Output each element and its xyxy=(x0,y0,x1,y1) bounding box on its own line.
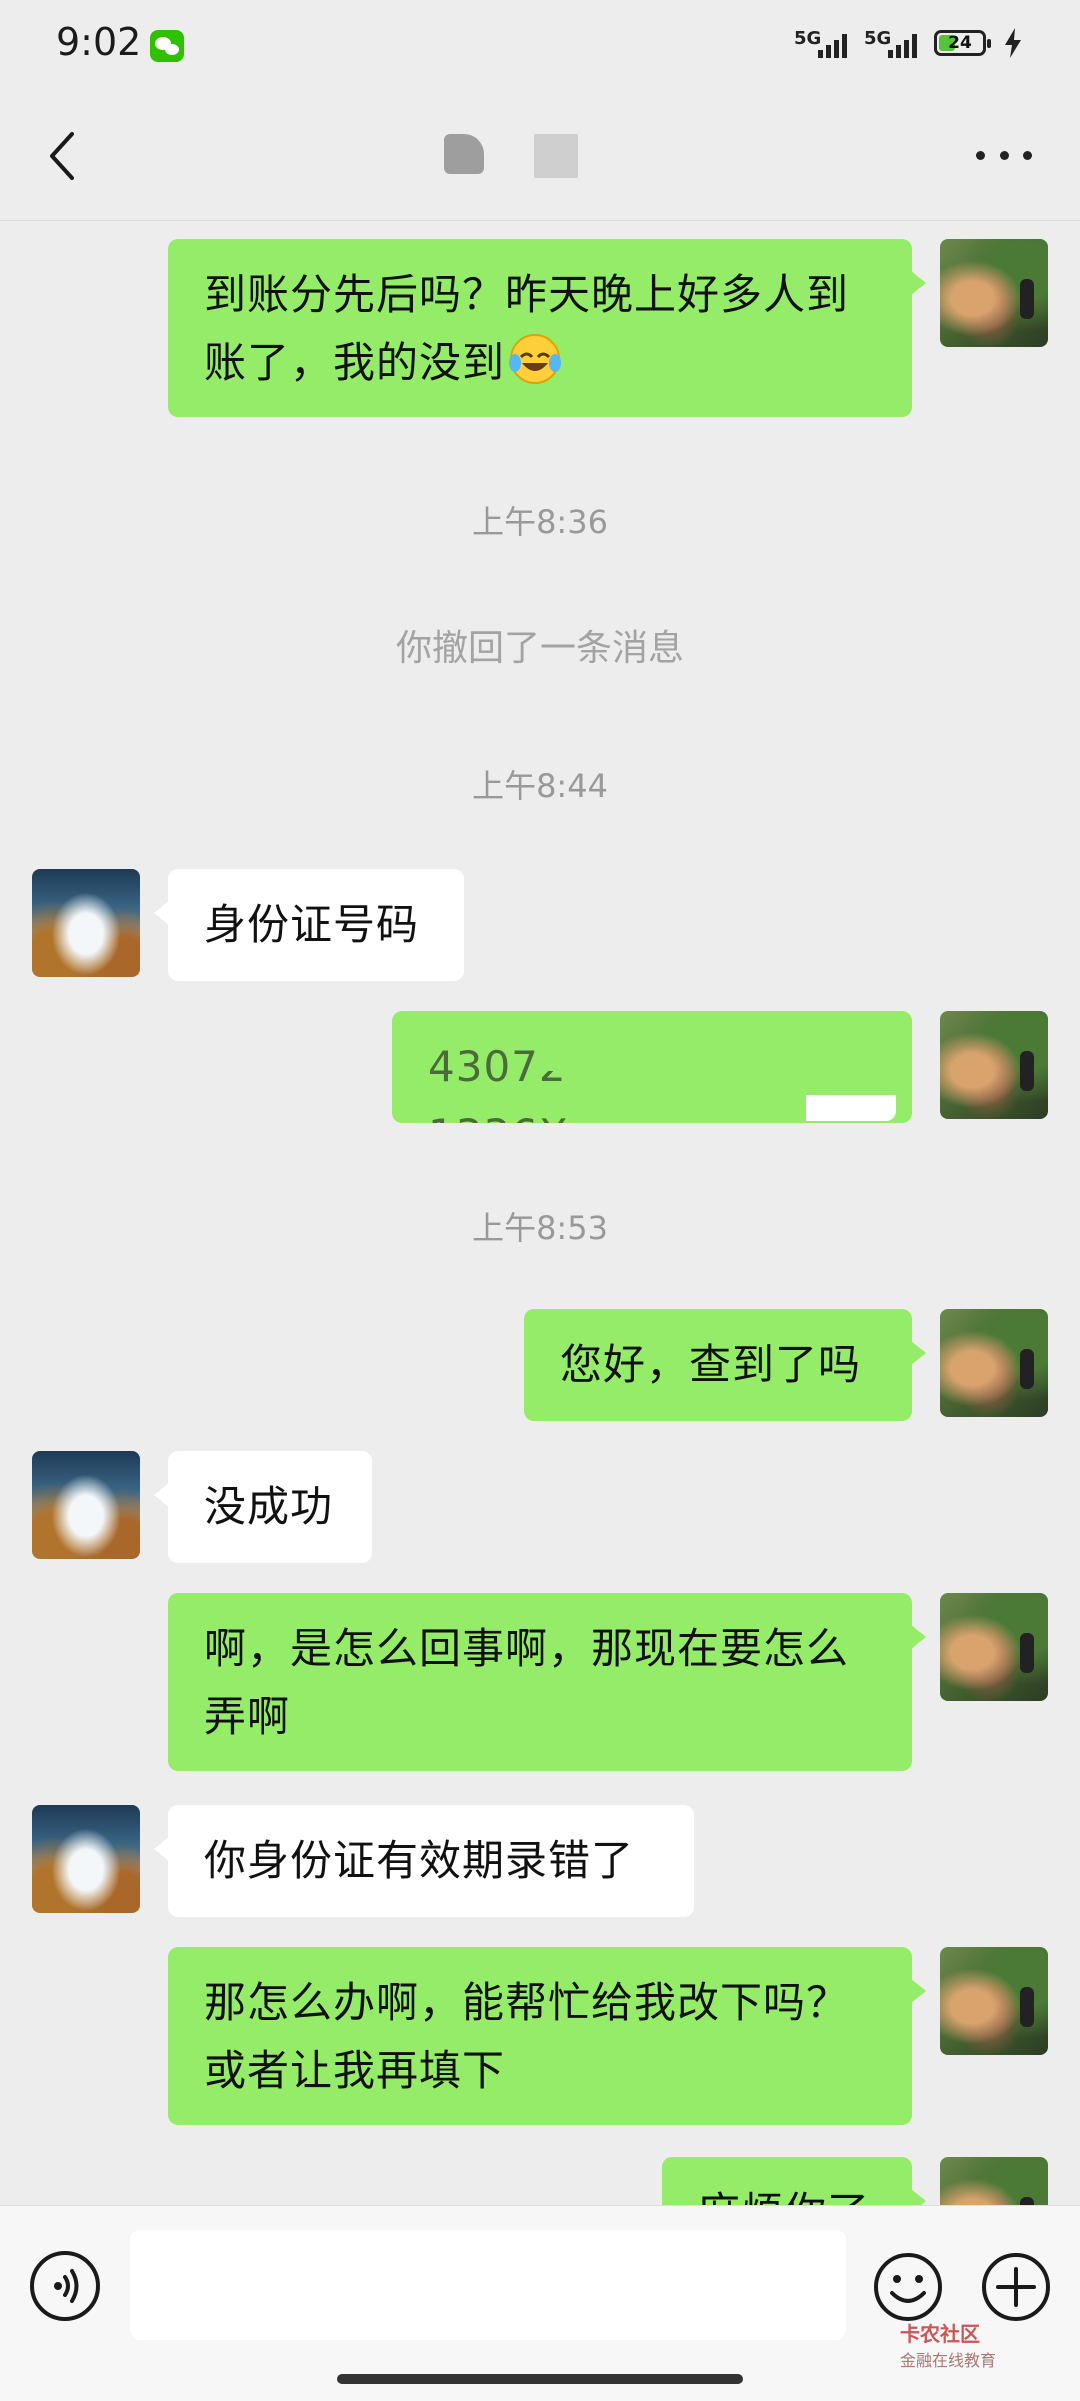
watermark-subtitle: 金融在线教育 xyxy=(900,2351,997,2370)
message-bubble-outgoing[interactable]: 到账分先后吗？昨天晚上好多人到账了，我的没到 xyxy=(168,239,926,417)
redaction-mask xyxy=(542,1027,770,1071)
charging-icon xyxy=(1005,28,1021,58)
message-bubble-outgoing[interactable]: 啊，是怎么回事啊，那现在要怎么弄啊 xyxy=(168,1593,926,1771)
id-end: 1336X xyxy=(428,1110,569,1123)
more-icon[interactable] xyxy=(976,146,1032,166)
timestamp: 上午8:36 xyxy=(472,503,608,541)
message-bubble-outgoing[interactable]: 您好，查到了吗 xyxy=(524,1309,926,1421)
watermark-title: 卡农社区 xyxy=(900,2322,980,2346)
message-text: 您好，查到了吗 xyxy=(560,1340,862,1389)
signal-bars-2-icon xyxy=(888,32,917,58)
timestamp: 上午8:44 xyxy=(472,767,608,805)
chevron-left-icon[interactable] xyxy=(36,126,96,186)
battery-level: 24 xyxy=(948,33,972,53)
message-bubble-incoming[interactable]: 没成功 xyxy=(154,1451,372,1563)
my-avatar[interactable] xyxy=(940,1309,1048,1417)
message-bubble-outgoing[interactable]: 那怎么办啊，能帮忙给我改下吗？或者让我再填下 xyxy=(168,1947,926,2125)
system-message-recalled: 你撤回了一条消息 xyxy=(395,628,684,669)
signal-bars-1-icon xyxy=(818,32,847,58)
battery-icon: 24 xyxy=(934,30,991,56)
timestamp: 上午8:53 xyxy=(472,1209,608,1247)
home-indicator[interactable] xyxy=(337,2374,743,2384)
laughing-crying-emoji-icon xyxy=(509,334,562,384)
my-avatar[interactable] xyxy=(940,239,1048,347)
voice-icon[interactable] xyxy=(30,2251,100,2321)
contact-avatar[interactable] xyxy=(32,869,140,977)
message-bubble-incoming[interactable]: 身份证号码 xyxy=(154,869,464,981)
wechat-icon xyxy=(150,30,184,62)
message-input[interactable] xyxy=(130,2230,846,2340)
my-avatar[interactable] xyxy=(940,2157,1048,2205)
contact-avatar[interactable] xyxy=(32,1805,140,1913)
message-text: 麻烦你了 xyxy=(698,2188,870,2205)
contact-name-redacted xyxy=(440,132,600,182)
status-time: 9:02 xyxy=(56,20,142,64)
plus-icon[interactable] xyxy=(980,2251,1052,2323)
contact-avatar[interactable] xyxy=(32,1451,140,1559)
message-bubble-outgoing[interactable]: 43072 1336X xyxy=(392,1011,912,1123)
message-text: 啊，是怎么回事啊，那现在要怎么弄啊 xyxy=(204,1624,850,1741)
my-avatar[interactable] xyxy=(940,1011,1048,1119)
message-text: 身份证号码 xyxy=(204,900,420,949)
watermark: 卡农社区 金融在线教育 xyxy=(900,2318,996,2371)
emoji-icon[interactable] xyxy=(872,2251,944,2323)
message-text: 没成功 xyxy=(204,1482,334,1531)
my-avatar[interactable] xyxy=(940,1947,1048,2055)
redaction-mask xyxy=(806,1095,896,1121)
input-bar: 卡农社区 金融在线教育 xyxy=(0,2205,1080,2401)
message-bubble-outgoing[interactable]: 麻烦你了 xyxy=(662,2157,926,2205)
my-avatar[interactable] xyxy=(940,1593,1048,1701)
message-text: 你身份证有效期录错了 xyxy=(204,1836,635,1885)
chat-header xyxy=(0,92,1080,221)
status-bar: 9:02 5G 5G 24 xyxy=(0,0,1080,92)
message-bubble-incoming[interactable]: 你身份证有效期录错了 xyxy=(154,1805,694,1917)
message-text: 那怎么办啊，能帮忙给我改下吗？或者让我再填下 xyxy=(204,1978,850,2095)
message-list[interactable]: 到账分先后吗？昨天晚上好多人到账了，我的没到 上午8:36 你撤回了一条消息 上… xyxy=(0,221,1080,2205)
